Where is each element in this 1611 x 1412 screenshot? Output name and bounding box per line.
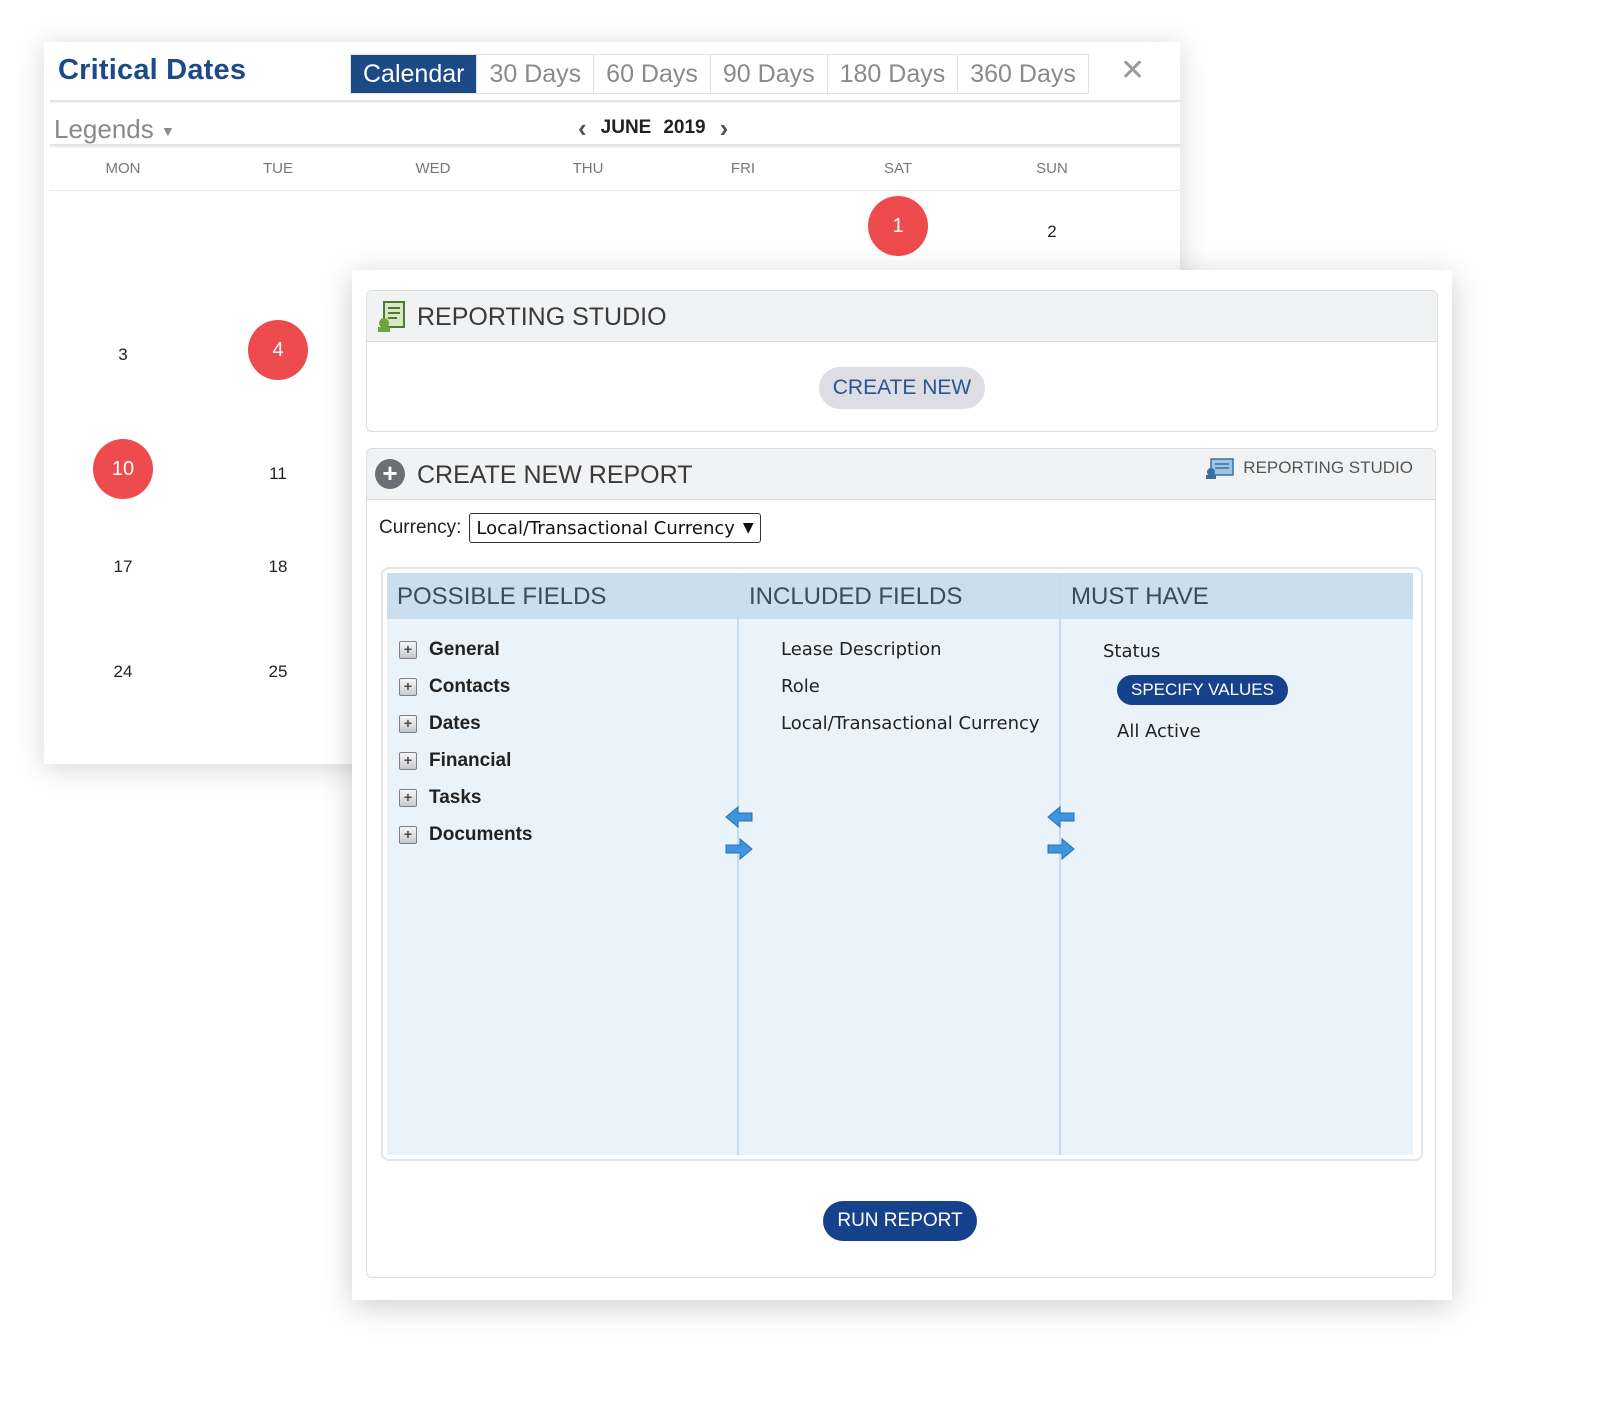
expand-icon[interactable]: + — [399, 678, 417, 696]
weekday-sun: SUN — [1036, 160, 1068, 177]
tab-180-days[interactable]: 180 Days — [826, 55, 958, 93]
calendar-day-17[interactable]: 17 — [93, 537, 153, 597]
report-document-icon — [378, 301, 405, 332]
calendar-day-18[interactable]: 18 — [248, 537, 308, 597]
tab-60-days[interactable]: 60 Days — [593, 55, 710, 93]
possible-fields-column: POSSIBLE FIELDS + General + Contacts + D… — [387, 573, 737, 1155]
create-new-report-title: CREATE NEW REPORT — [417, 461, 693, 489]
calendar-day-10[interactable]: 10 — [93, 439, 153, 499]
month-navigation: ‹ JUNE 2019 › — [564, 115, 743, 141]
included-field-item[interactable]: Local/Transactional Currency — [781, 713, 1040, 734]
header-divider — [50, 100, 1180, 103]
expand-icon[interactable]: + — [399, 752, 417, 770]
calendar-day-4[interactable]: 4 — [248, 320, 308, 380]
calendar-day-3[interactable]: 3 — [93, 325, 153, 385]
included-field-item[interactable]: Role — [781, 676, 820, 697]
legends-label: Legends — [54, 114, 154, 144]
possible-fields-header: POSSIBLE FIELDS — [387, 573, 737, 619]
weekday-mon: MON — [105, 160, 141, 177]
field-group-label: Documents — [429, 824, 533, 845]
critical-dates-title: Critical Dates — [58, 54, 247, 86]
specify-values-button[interactable]: SPECIFY VALUES — [1117, 675, 1288, 705]
arrow-left-icon[interactable] — [1047, 805, 1075, 829]
weekday-tue: TUE — [263, 160, 293, 177]
calendar-day-2[interactable]: 2 — [1022, 202, 1082, 262]
plus-circle-icon[interactable]: + — [375, 459, 405, 489]
reporting-studio-title: REPORTING STUDIO — [417, 303, 667, 331]
caret-down-icon: ▼ — [161, 123, 175, 140]
fields-columns: POSSIBLE FIELDS + General + Contacts + D… — [387, 573, 1413, 1155]
tab-90-days[interactable]: 90 Days — [709, 55, 827, 93]
field-group-label: Contacts — [429, 676, 511, 697]
tab-30-days[interactable]: 30 Days — [476, 55, 593, 93]
arrow-right-icon[interactable] — [725, 837, 753, 861]
field-group-tasks[interactable]: + Tasks — [399, 787, 481, 809]
year-label: 2019 — [663, 117, 706, 138]
range-tabs: Calendar 30 Days 60 Days 90 Days 180 Day… — [350, 54, 1089, 94]
included-field-item[interactable]: Lease Description — [781, 639, 942, 660]
currency-select[interactable]: Local/Transactional Currency ▼ — [469, 513, 761, 543]
must-have-header: MUST HAVE — [1061, 573, 1413, 619]
must-have-column: MUST HAVE Status SPECIFY VALUES All Acti… — [1059, 573, 1413, 1155]
weekday-fri: FRI — [730, 160, 756, 177]
create-new-report-panel: + CREATE NEW REPORT REPORTING STUDIO Cur… — [366, 448, 1436, 1278]
reporting-studio-panel: REPORTING STUDIO CREATE NEW — [366, 290, 1438, 432]
field-group-dates[interactable]: + Dates — [399, 713, 481, 735]
included-fields-header: INCLUDED FIELDS — [739, 573, 1059, 619]
run-report-button[interactable]: RUN REPORT — [823, 1201, 977, 1241]
field-group-label: Tasks — [429, 787, 482, 808]
expand-icon[interactable]: + — [399, 826, 417, 844]
weekday-thu: THU — [572, 160, 604, 177]
nav-divider — [50, 144, 1180, 148]
included-fields-column: INCLUDED FIELDS Lease Description Role L… — [737, 573, 1059, 1155]
tab-calendar[interactable]: Calendar — [351, 55, 477, 93]
currency-label: Currency: — [379, 517, 462, 538]
arrow-right-icon[interactable] — [1047, 837, 1075, 861]
currency-row: Currency: Local/Transactional Currency ▼ — [379, 513, 761, 543]
field-group-label: General — [429, 639, 500, 660]
field-group-financial[interactable]: + Financial — [399, 750, 511, 772]
must-have-field[interactable]: Status — [1103, 641, 1160, 662]
arrow-left-icon[interactable] — [725, 805, 753, 829]
expand-icon[interactable]: + — [399, 641, 417, 659]
field-group-label: Financial — [429, 750, 512, 771]
field-group-general[interactable]: + General — [399, 639, 500, 661]
legends-dropdown[interactable]: Legends ▼ — [54, 114, 175, 145]
calendar-day-1[interactable]: 1 — [868, 196, 928, 256]
reporting-studio-icon — [1206, 458, 1235, 479]
expand-icon[interactable]: + — [399, 715, 417, 733]
field-group-label: Dates — [429, 713, 481, 734]
close-icon[interactable]: ✕ — [1120, 56, 1145, 86]
reporting-studio-header: REPORTING STUDIO — [367, 291, 1437, 342]
field-group-documents[interactable]: + Documents — [399, 824, 532, 846]
reporting-studio-window: REPORTING STUDIO CREATE NEW + CREATE NEW… — [352, 270, 1452, 1300]
currency-select-value: Local/Transactional Currency — [476, 517, 735, 539]
month-label: JUNE — [600, 117, 652, 138]
calendar-day-25[interactable]: 25 — [248, 642, 308, 702]
chevron-down-icon: ▼ — [742, 520, 754, 536]
reporting-studio-link[interactable]: REPORTING STUDIO — [1205, 457, 1413, 479]
expand-icon[interactable]: + — [399, 789, 417, 807]
weekday-divider — [50, 190, 1180, 191]
weekday-sat: SAT — [883, 160, 913, 177]
reporting-studio-link-label: REPORTING STUDIO — [1243, 458, 1413, 477]
weekday-wed: WED — [415, 160, 451, 177]
create-new-report-header: + CREATE NEW REPORT REPORTING STUDIO — [367, 449, 1435, 500]
tab-360-days[interactable]: 360 Days — [957, 55, 1088, 93]
calendar-day-11[interactable]: 11 — [248, 444, 308, 504]
must-have-value: All Active — [1117, 721, 1201, 742]
chevron-left-icon[interactable]: ‹ — [564, 115, 601, 141]
calendar-day-24[interactable]: 24 — [93, 642, 153, 702]
field-group-contacts[interactable]: + Contacts — [399, 676, 510, 698]
chevron-right-icon[interactable]: › — [706, 115, 743, 141]
fields-selector: POSSIBLE FIELDS + General + Contacts + D… — [381, 567, 1423, 1161]
create-new-button[interactable]: CREATE NEW — [819, 367, 985, 409]
